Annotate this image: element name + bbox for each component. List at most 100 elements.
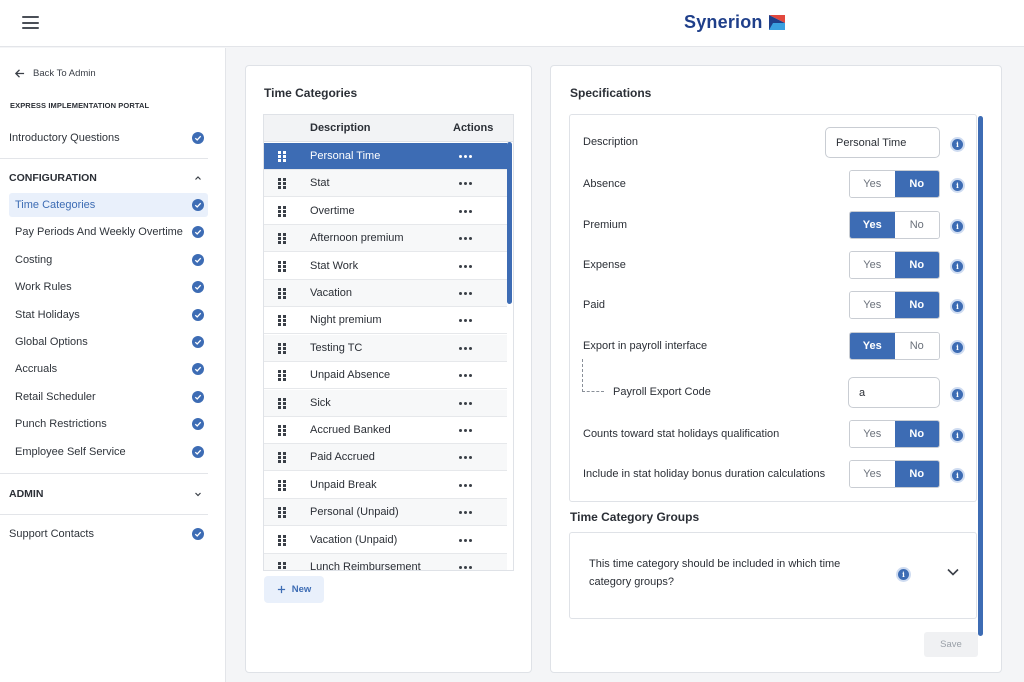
yes-option[interactable]: Yes: [850, 171, 895, 197]
brand-logo[interactable]: Synerion: [684, 12, 787, 33]
table-row[interactable]: Stat: [264, 170, 507, 198]
row-description: Unpaid Break: [310, 478, 377, 491]
drag-handle-icon[interactable]: [278, 425, 286, 436]
sidebar-item-global-options[interactable]: Global Options: [9, 330, 208, 354]
drag-handle-icon[interactable]: [278, 397, 286, 409]
sidebar-item-accruals[interactable]: Accruals: [9, 357, 208, 381]
table-scrollbar[interactable]: [507, 142, 512, 304]
more-actions-icon[interactable]: [459, 319, 472, 323]
more-actions-icon[interactable]: [459, 511, 472, 515]
table-row[interactable]: Unpaid Absence: [264, 362, 507, 390]
info-icon[interactable]: i: [950, 428, 965, 443]
no-option[interactable]: No: [894, 333, 939, 359]
drag-handle-icon[interactable]: [278, 205, 286, 217]
payroll-export-code-input[interactable]: [848, 377, 940, 408]
more-actions-icon[interactable]: [459, 155, 472, 158]
drag-handle-icon[interactable]: [278, 151, 286, 162]
drag-handle-icon[interactable]: [278, 562, 286, 570]
hamburger-menu-icon[interactable]: [22, 16, 39, 29]
sidebar-item-work-rules[interactable]: Work Rules: [9, 275, 208, 299]
sidebar-item-introductory-questions[interactable]: Introductory Questions: [9, 126, 208, 150]
description-input[interactable]: [825, 127, 940, 158]
table-row[interactable]: Sick: [264, 389, 507, 417]
table-row[interactable]: Night premium: [264, 307, 507, 335]
more-actions-icon[interactable]: [459, 483, 472, 487]
drag-handle-icon[interactable]: [278, 479, 286, 491]
section-admin-toggle[interactable]: ADMIN: [9, 484, 208, 504]
table-row[interactable]: Personal (Unpaid): [264, 499, 507, 527]
drag-handle-icon[interactable]: [278, 452, 286, 464]
save-button[interactable]: Save: [924, 632, 978, 657]
table-row[interactable]: Paid Accrued: [264, 444, 507, 472]
more-actions-icon[interactable]: [459, 209, 472, 213]
yes-option[interactable]: Yes: [850, 292, 895, 318]
drag-handle-icon[interactable]: [278, 178, 286, 190]
table-row[interactable]: Accrued Banked: [264, 417, 507, 444]
info-icon[interactable]: i: [950, 340, 965, 355]
more-actions-icon[interactable]: [459, 429, 472, 432]
no-option[interactable]: No: [894, 461, 939, 487]
time-categories-table: Description Actions Personal Time Stat Ove…: [263, 114, 514, 571]
table-row[interactable]: Overtime: [264, 198, 507, 225]
drag-handle-icon[interactable]: [278, 260, 286, 272]
drag-handle-icon[interactable]: [278, 507, 286, 519]
new-time-category-button[interactable]: New: [264, 576, 324, 603]
expand-chevron-down-icon[interactable]: [946, 567, 960, 577]
table-row[interactable]: Testing TC: [264, 334, 507, 362]
drag-handle-icon[interactable]: [278, 315, 286, 327]
info-icon[interactable]: i: [896, 567, 911, 582]
more-actions-icon[interactable]: [459, 292, 472, 295]
info-icon[interactable]: i: [950, 387, 965, 402]
more-actions-icon[interactable]: [459, 566, 472, 569]
more-actions-icon[interactable]: [459, 538, 472, 542]
table-row[interactable]: Vacation (Unpaid): [264, 527, 507, 554]
sidebar-item-punch-restrictions[interactable]: Punch Restrictions: [9, 412, 208, 436]
no-option[interactable]: No: [894, 212, 939, 238]
more-actions-icon[interactable]: [459, 346, 472, 350]
yes-option[interactable]: Yes: [850, 421, 895, 447]
more-actions-icon[interactable]: [459, 237, 472, 241]
more-actions-icon[interactable]: [459, 401, 472, 405]
more-actions-icon[interactable]: [459, 264, 472, 268]
back-to-admin-link[interactable]: Back To Admin: [14, 68, 96, 79]
sidebar-item-pay-periods-and-weekly-overtime[interactable]: Pay Periods And Weekly Overtime: [9, 220, 208, 244]
info-icon[interactable]: i: [950, 219, 965, 234]
yes-option[interactable]: Yes: [850, 252, 895, 278]
yes-option[interactable]: Yes: [850, 212, 895, 238]
table-row[interactable]: Vacation: [264, 280, 507, 307]
sidebar-item-time-categories[interactable]: Time Categories: [9, 193, 208, 217]
yes-option[interactable]: Yes: [850, 333, 895, 359]
sidebar-item-costing[interactable]: Costing: [9, 248, 208, 272]
no-option[interactable]: No: [894, 421, 939, 447]
no-option[interactable]: No: [894, 292, 939, 318]
sidebar-item-retail-scheduler[interactable]: Retail Scheduler: [9, 385, 208, 409]
drag-handle-icon[interactable]: [278, 534, 286, 546]
info-icon[interactable]: i: [950, 468, 965, 483]
info-icon[interactable]: i: [950, 259, 965, 274]
more-actions-icon[interactable]: [459, 374, 472, 378]
specifications-scrollbar[interactable]: [978, 116, 983, 636]
info-icon[interactable]: i: [950, 178, 965, 193]
drag-handle-icon[interactable]: [278, 370, 286, 382]
section-configuration-toggle[interactable]: CONFIGURATION: [9, 168, 208, 188]
table-header: Description Actions: [264, 115, 513, 142]
sidebar-item-employee-self-service[interactable]: Employee Self Service: [9, 440, 208, 464]
table-row[interactable]: Lunch Reimbursement: [264, 554, 507, 570]
drag-handle-icon[interactable]: [278, 288, 286, 299]
drag-handle-icon[interactable]: [278, 342, 286, 354]
no-option[interactable]: No: [894, 171, 939, 197]
more-actions-icon[interactable]: [459, 456, 472, 460]
table-row[interactable]: Afternoon premium: [264, 225, 507, 253]
more-actions-icon[interactable]: [459, 182, 472, 186]
yes-option[interactable]: Yes: [850, 461, 895, 487]
check-circle-icon: [192, 281, 204, 294]
info-icon[interactable]: i: [950, 299, 965, 314]
table-row[interactable]: Personal Time: [264, 143, 507, 170]
sidebar-item-stat-holidays[interactable]: Stat Holidays: [9, 303, 208, 327]
drag-handle-icon[interactable]: [278, 233, 286, 245]
table-row[interactable]: Unpaid Break: [264, 472, 507, 499]
no-option[interactable]: No: [894, 252, 939, 278]
table-row[interactable]: Stat Work: [264, 253, 507, 280]
sidebar-item-support-contacts[interactable]: Support Contacts: [9, 522, 208, 546]
info-icon[interactable]: i: [950, 137, 965, 152]
